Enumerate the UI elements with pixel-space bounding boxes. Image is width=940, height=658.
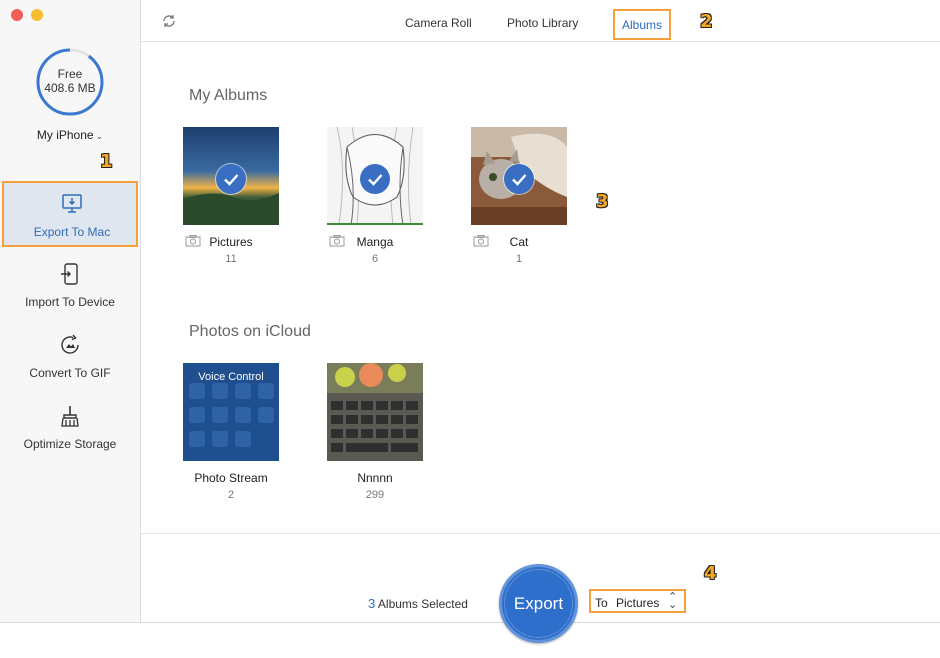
step-badge-3: 3 (596, 191, 609, 212)
export-to-mac-icon (62, 194, 82, 213)
storage-gauge: Free 408.6 MB (36, 48, 104, 116)
broom-icon (61, 406, 79, 427)
tab-camera-roll[interactable]: Camera Roll (405, 16, 472, 30)
step-badge-2: 2 (700, 11, 713, 32)
selected-check-icon[interactable] (216, 164, 246, 194)
top-bar: Camera Roll Photo Library Albums (141, 0, 940, 42)
app-window: Free 408.6 MB My iPhone ⌄ Export To Mac I… (0, 0, 940, 643)
tab-albums[interactable]: Albums (613, 9, 672, 40)
album-count: 11 (225, 253, 237, 265)
storage-label: Free (57, 67, 83, 81)
device-name: My iPhone (36, 128, 94, 142)
sidebar-item-label: Import To Device (25, 295, 115, 309)
convert-to-gif-icon (61, 334, 79, 354)
window-close-button[interactable] (11, 9, 23, 21)
sidebar-item-label: Convert To GIF (29, 366, 111, 380)
step-badge-4: 4 (704, 563, 717, 584)
selected-check-icon[interactable] (504, 164, 534, 194)
sidebar-item-label: Optimize Storage (23, 437, 117, 451)
section-title-photos-on-icloud: Photos on iCloud (189, 323, 311, 340)
album-name: Cat (509, 235, 529, 249)
import-to-device-icon (61, 263, 78, 285)
selected-label: Albums Selected (377, 597, 468, 611)
selection-summary: 3 Albums Selected (368, 596, 468, 611)
selected-count: 3 (368, 596, 376, 611)
sidebar-item-export-to-mac[interactable]: Export To Mac (2, 181, 138, 247)
album-name: Nnnnn (357, 471, 393, 485)
destination-prefix: To (595, 596, 608, 610)
sidebar: Free 408.6 MB My iPhone ⌄ Export To Mac I… (0, 0, 141, 622)
keyboard-fruit-image (327, 363, 423, 461)
step-badge-1: 1 (100, 151, 113, 172)
album-count: 1 (515, 253, 523, 265)
destination-selector[interactable]: To Pictures ⌃ ⌄ (589, 589, 686, 613)
album-count: 6 (371, 253, 379, 265)
album-name: Manga (356, 235, 394, 249)
selected-check-icon[interactable] (360, 164, 390, 194)
tab-photo-library[interactable]: Photo Library (507, 16, 578, 30)
updown-chevron-icon: ⌃ ⌄ (668, 591, 678, 611)
sidebar-item-import-to-device[interactable]: Import To Device (2, 252, 138, 318)
export-button[interactable]: Export (499, 564, 578, 643)
destination-value: Pictures (616, 596, 660, 610)
album-name: Pictures (209, 235, 253, 249)
window-minimize-button[interactable] (31, 9, 43, 21)
sidebar-item-label: Export To Mac (33, 225, 111, 239)
sidebar-item-optimize-storage[interactable]: Optimize Storage (2, 394, 138, 460)
album-count: 2 (227, 489, 235, 501)
album-name: Photo Stream (194, 471, 268, 485)
device-selector[interactable]: My iPhone ⌄ (0, 128, 140, 142)
thumbnail-overlay-text: Voice Control (198, 371, 264, 383)
storage-value: 408.6 MB (44, 81, 96, 95)
sidebar-item-convert-to-gif[interactable]: Convert To GIF (2, 323, 138, 389)
refresh-icon[interactable] (161, 13, 177, 29)
chevron-down-icon: ⌄ (95, 131, 104, 141)
album-count: 299 (365, 489, 385, 501)
section-title-my-albums: My Albums (189, 87, 268, 104)
footer-divider (141, 533, 940, 534)
album-thumbnail (327, 363, 423, 461)
